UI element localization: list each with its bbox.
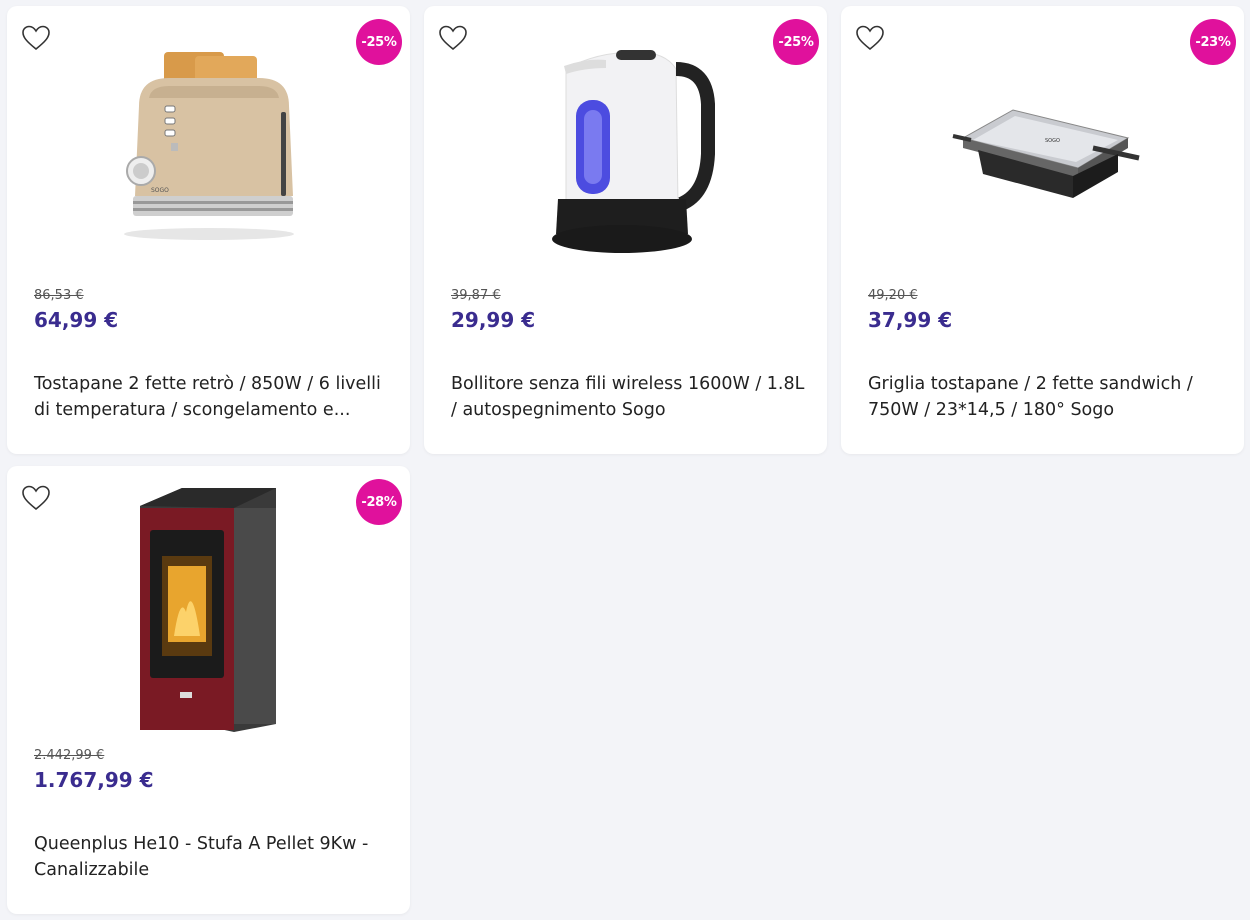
product-title[interactable]: Griglia tostapane / 2 fette sandwich / 7… (868, 371, 1224, 423)
product-image-kettle[interactable] (526, 44, 726, 259)
product-title[interactable]: Queenplus He10 - Stufa A Pellet 9Kw - Ca… (34, 831, 390, 883)
heart-icon[interactable] (438, 24, 468, 52)
discount-badge: -28% (356, 479, 402, 525)
product-card[interactable]: -25% 39,87 € 29,99 € Bollitore senza fil… (424, 6, 827, 454)
heart-icon[interactable] (21, 484, 51, 512)
current-price: 1.767,99 € (34, 768, 154, 792)
heart-icon[interactable] (855, 24, 885, 52)
product-card[interactable]: -28% 2.442,99 € 1.767,99 € Queenplus He1… (7, 466, 410, 914)
svg-text:SOGO: SOGO (151, 187, 169, 194)
discount-badge: -25% (356, 19, 402, 65)
discount-badge: -25% (773, 19, 819, 65)
heart-icon[interactable] (21, 24, 51, 52)
old-price: 2.442,99 € (34, 748, 105, 763)
current-price: 37,99 € (868, 308, 953, 332)
product-image-sandwich-grill[interactable]: SOGO (943, 98, 1143, 218)
current-price: 29,99 € (451, 308, 536, 332)
product-image-toaster[interactable]: SOGO (109, 46, 309, 246)
old-price: 39,87 € (451, 288, 501, 303)
old-price: 49,20 € (868, 288, 918, 303)
product-title[interactable]: Tostapane 2 fette retrò / 850W / 6 livel… (34, 371, 390, 423)
svg-text:SOGO: SOGO (1045, 138, 1060, 144)
old-price: 86,53 € (34, 288, 84, 303)
discount-badge: -23% (1190, 19, 1236, 65)
product-card[interactable]: -23% SOGO 49,20 € 37,99 € Griglia tostap… (841, 6, 1244, 454)
product-card[interactable]: -25% SOGO 86,53 € 64,99 € Tostapane 2 fe… (7, 6, 410, 454)
product-title[interactable]: Bollitore senza fili wireless 1600W / 1.… (451, 371, 807, 423)
product-image-pellet-stove[interactable] (134, 486, 284, 734)
current-price: 64,99 € (34, 308, 119, 332)
